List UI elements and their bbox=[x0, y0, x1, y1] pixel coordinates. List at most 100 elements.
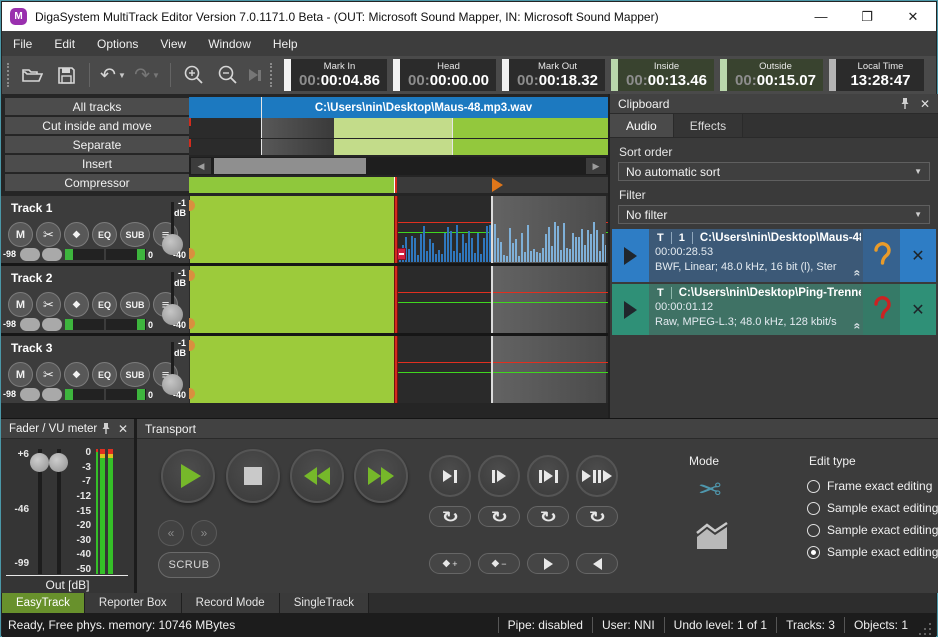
overview-track-3[interactable] bbox=[189, 139, 608, 155]
track-3-lane[interactable] bbox=[189, 336, 608, 403]
close-button[interactable]: ✕ bbox=[890, 2, 936, 31]
prev-marker-button[interactable] bbox=[576, 553, 618, 574]
menu-view[interactable]: View bbox=[149, 31, 197, 56]
eq-button[interactable]: EQ bbox=[92, 362, 117, 387]
radio-sample-exact-3[interactable]: Sample exact editing us bbox=[807, 545, 938, 559]
scrollbar-thumb[interactable] bbox=[214, 158, 366, 174]
play-from-mark-button[interactable] bbox=[478, 455, 520, 497]
audio-object[interactable] bbox=[190, 336, 394, 403]
open-button[interactable] bbox=[17, 61, 47, 89]
play-button[interactable] bbox=[612, 284, 649, 335]
clipboard-entry-2[interactable]: T C:\Users\nin\Desktop\Ping-Trenner.M 00… bbox=[612, 284, 936, 335]
next-marker-button[interactable] bbox=[527, 553, 569, 574]
pan-knob-right[interactable] bbox=[42, 388, 62, 401]
close-icon[interactable]: ✕ bbox=[920, 97, 930, 111]
play-to-mark-button[interactable] bbox=[429, 455, 471, 497]
timeline-ruler[interactable] bbox=[189, 177, 608, 193]
skip-back-button[interactable]: « bbox=[158, 520, 184, 546]
undo-button[interactable]: ↶▼ bbox=[98, 61, 128, 89]
marker-button[interactable]: ◆ bbox=[64, 292, 89, 317]
expand-chevron-icon[interactable]: « bbox=[851, 323, 863, 330]
button-insert[interactable]: Insert bbox=[5, 155, 189, 173]
pan-knob-right[interactable] bbox=[42, 318, 62, 331]
clipboard-entry-1[interactable]: T 1 C:\Users\nin\Desktop\Maus-48.mp 00:0… bbox=[612, 229, 936, 282]
tab-record-mode[interactable]: Record Mode bbox=[182, 593, 280, 613]
pin-icon[interactable] bbox=[900, 97, 910, 110]
menu-window[interactable]: Window bbox=[197, 31, 262, 56]
tab-easytrack[interactable]: EasyTrack bbox=[2, 593, 85, 613]
scrub-button[interactable]: SCRUB bbox=[158, 552, 220, 578]
toolbar-grip[interactable] bbox=[270, 63, 272, 87]
fast-forward-button[interactable] bbox=[354, 449, 408, 503]
remove-marker-button[interactable]: ◆− bbox=[478, 553, 520, 574]
envelope-mode-icon[interactable] bbox=[695, 519, 731, 551]
button-compressor[interactable]: Compressor bbox=[5, 174, 189, 192]
radio-sample-exact-2[interactable]: Sample exact editing us bbox=[807, 523, 938, 537]
time-display-mark-out[interactable]: Mark Out 00:00:18.32 bbox=[502, 59, 605, 91]
audio-object[interactable] bbox=[190, 196, 394, 263]
mute-button[interactable]: M bbox=[8, 362, 33, 387]
marker-button[interactable]: ◆ bbox=[64, 222, 89, 247]
sub-button[interactable]: SUB bbox=[120, 362, 150, 387]
goto-marker-button[interactable] bbox=[247, 61, 263, 89]
add-marker-button[interactable]: ◆+ bbox=[429, 553, 471, 574]
tab-effects[interactable]: Effects bbox=[674, 114, 743, 137]
radio-frame-exact[interactable]: Frame exact editing bbox=[807, 479, 932, 493]
skip-forward-button[interactable]: » bbox=[191, 520, 217, 546]
marker-button[interactable]: ◆ bbox=[64, 362, 89, 387]
pan-knob-left[interactable] bbox=[20, 318, 40, 331]
remove-entry-button[interactable]: ✕ bbox=[900, 284, 936, 335]
scroll-left-arrow[interactable]: ◀ bbox=[191, 158, 211, 174]
fader-knob-left[interactable] bbox=[30, 453, 49, 472]
button-cut-inside-and-move[interactable]: Cut inside and move bbox=[5, 117, 189, 135]
filter-select[interactable]: No filter ▼ bbox=[618, 205, 930, 224]
time-display-inside[interactable]: Inside 00:00:13.46 bbox=[611, 59, 714, 91]
fader-knob-right[interactable] bbox=[49, 453, 68, 472]
tab-singletrack[interactable]: SingleTrack bbox=[280, 593, 369, 613]
mute-button[interactable]: M bbox=[8, 292, 33, 317]
zoom-in-button[interactable] bbox=[179, 61, 209, 89]
redo-button[interactable]: ↷▼ bbox=[132, 61, 162, 89]
menu-file[interactable]: File bbox=[2, 31, 43, 56]
zoom-out-button[interactable] bbox=[213, 61, 243, 89]
track-2-lane[interactable] bbox=[189, 266, 608, 333]
time-display-head[interactable]: Head 00:00:00.00 bbox=[393, 59, 496, 91]
audio-object[interactable] bbox=[190, 266, 394, 333]
play-between-marks-button[interactable] bbox=[527, 455, 569, 497]
menu-options[interactable]: Options bbox=[86, 31, 149, 56]
overview-track-2[interactable] bbox=[189, 118, 608, 138]
play-button[interactable] bbox=[612, 229, 649, 282]
play-around-mark-button[interactable] bbox=[576, 455, 618, 497]
playhead-marker-icon[interactable] bbox=[492, 178, 503, 192]
minimize-button[interactable]: — bbox=[798, 2, 844, 31]
tab-reporter-box[interactable]: Reporter Box bbox=[85, 593, 182, 613]
sub-button[interactable]: SUB bbox=[120, 222, 150, 247]
track-1-lane[interactable] bbox=[189, 196, 608, 263]
mute-button[interactable]: M bbox=[8, 222, 33, 247]
time-display-mark-in[interactable]: Mark In 00:00:04.86 bbox=[284, 59, 387, 91]
time-display-local-time[interactable]: Local Time 13:28:47 bbox=[829, 59, 924, 91]
button-separate[interactable]: Separate bbox=[5, 136, 189, 154]
prelisten-button[interactable] bbox=[863, 229, 900, 282]
radio-sample-exact-1[interactable]: Sample exact editing at bbox=[807, 501, 938, 515]
eq-button[interactable]: EQ bbox=[92, 222, 117, 247]
prelisten-button[interactable] bbox=[863, 284, 900, 335]
menu-edit[interactable]: Edit bbox=[43, 31, 86, 56]
scissors-mode-icon[interactable]: ✂ bbox=[698, 473, 721, 506]
overview-object-bar[interactable]: C:\Users\nin\Desktop\Maus-48.mp3.wav bbox=[189, 97, 608, 118]
eq-button[interactable]: EQ bbox=[92, 292, 117, 317]
remove-entry-button[interactable]: ✕ bbox=[900, 229, 936, 282]
pin-icon[interactable] bbox=[101, 422, 111, 435]
pan-knob-left[interactable] bbox=[20, 388, 40, 401]
button-all-tracks[interactable]: All tracks bbox=[5, 98, 189, 116]
expand-chevron-icon[interactable]: « bbox=[851, 270, 863, 277]
pan-knob-left[interactable] bbox=[20, 248, 40, 261]
close-icon[interactable]: ✕ bbox=[118, 422, 128, 436]
sub-button[interactable]: SUB bbox=[120, 292, 150, 317]
loop-button-1[interactable]: ↻ bbox=[429, 506, 471, 527]
loop-button-4[interactable]: ↻ bbox=[576, 506, 618, 527]
maximize-button[interactable]: ❐ bbox=[844, 2, 890, 31]
resize-grip[interactable] bbox=[919, 621, 933, 635]
sort-order-select[interactable]: No automatic sort ▼ bbox=[618, 162, 930, 181]
cut-button[interactable]: ✂ bbox=[36, 222, 61, 247]
